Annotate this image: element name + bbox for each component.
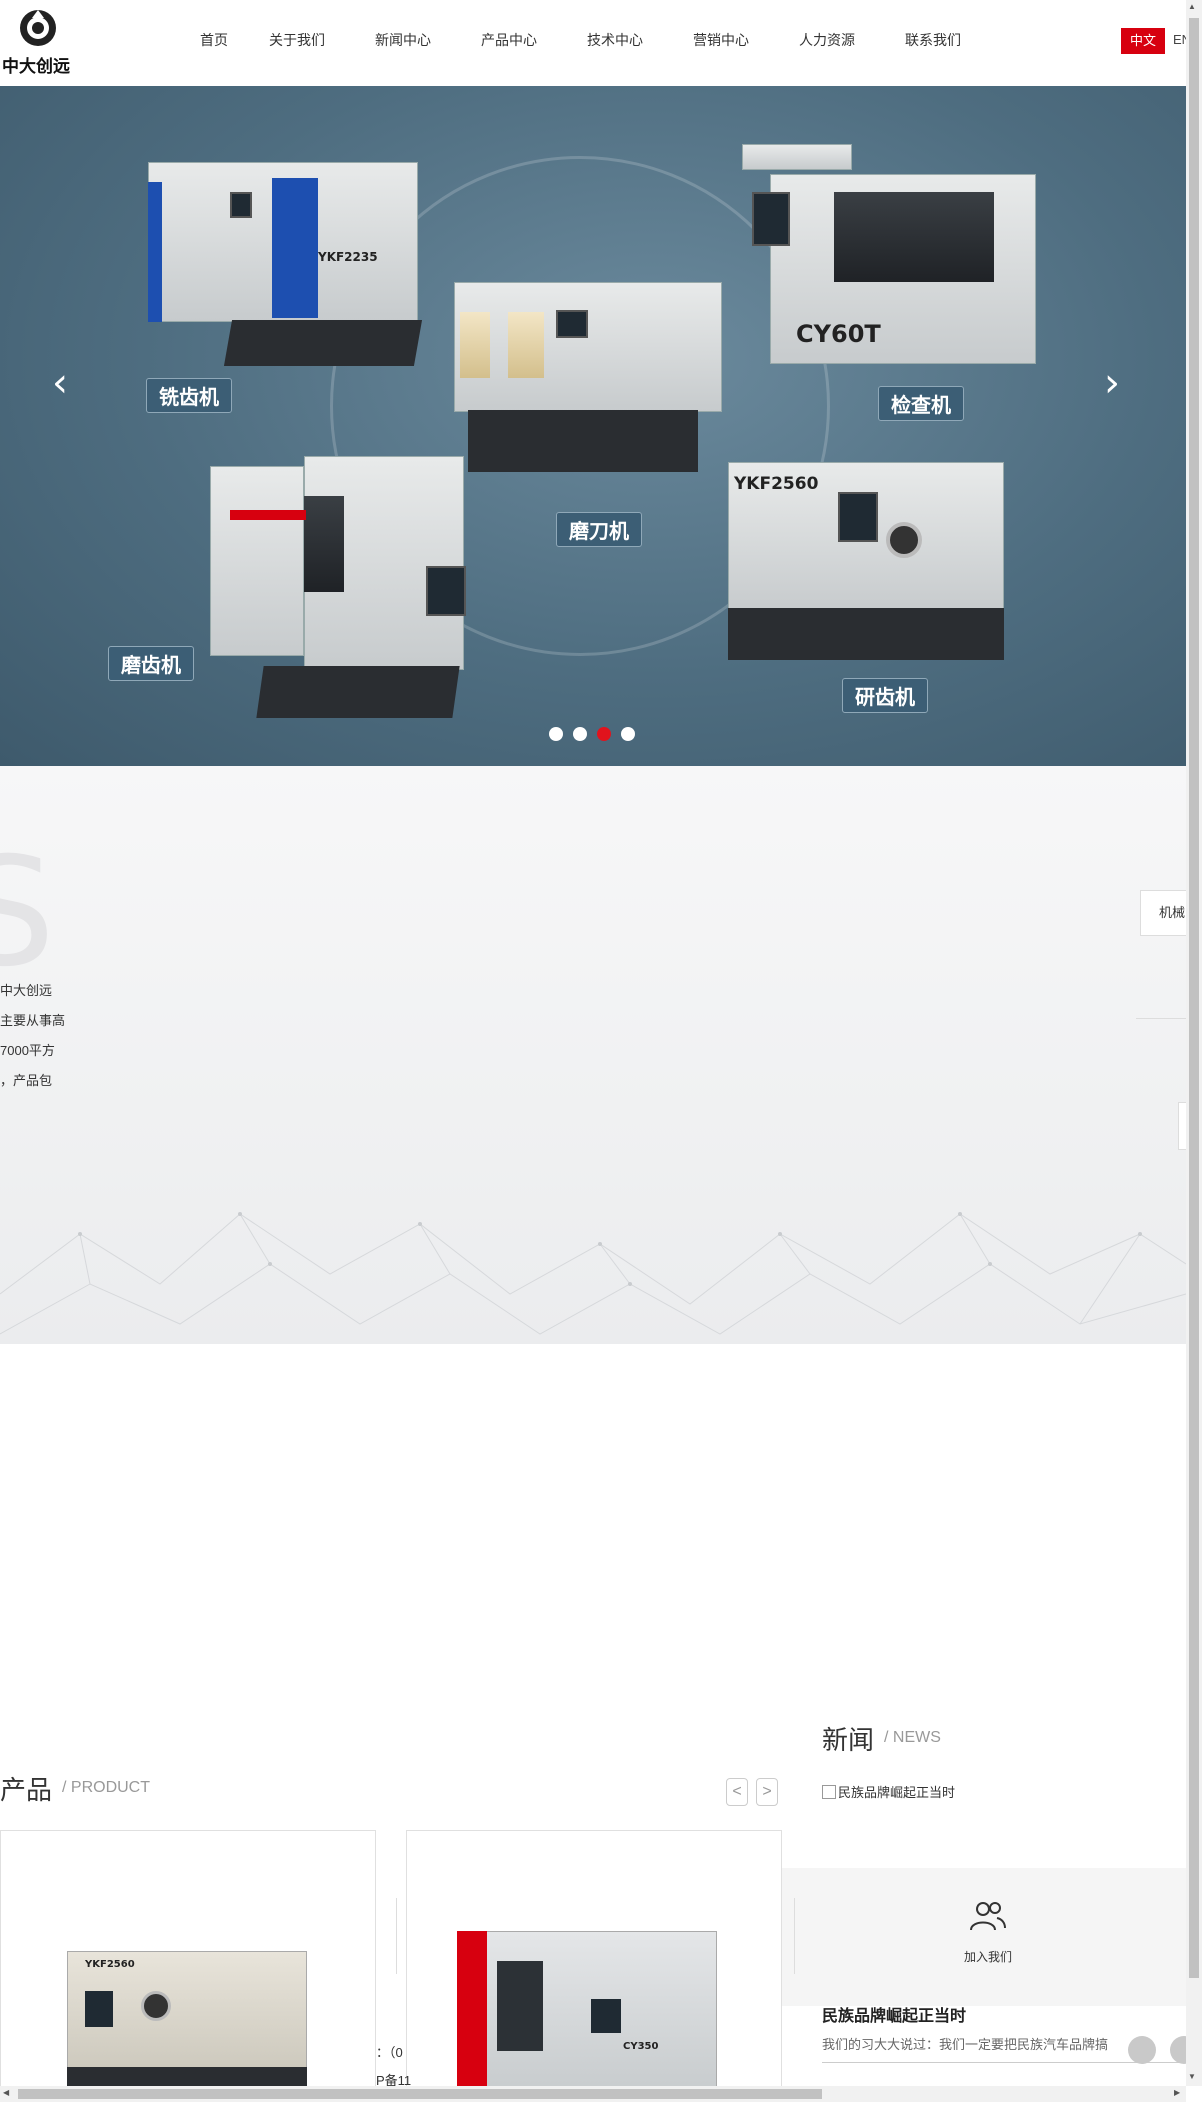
lang-chinese-button[interactable]: 中文: [1121, 28, 1165, 54]
news-subtitle: / NEWS: [884, 1729, 941, 1746]
nav-item-hr[interactable]: 人力资源: [774, 30, 880, 50]
page: 中大创远 首页 关于我们 新闻中心 产品中心 技术中心 营销中心 人力资源 联系…: [0, 0, 1202, 2102]
about-line: 中大创远: [0, 983, 53, 998]
scroll-right-icon[interactable]: ▶: [1174, 2088, 1180, 2097]
about-tab[interactable]: 机械: [1140, 890, 1186, 936]
banner-label-tool-grinding: 磨刀机: [556, 512, 642, 547]
logo-mark-icon: [20, 10, 56, 46]
nav-item-news[interactable]: 新闻中心: [350, 30, 456, 50]
machine-image-3: CY60T: [730, 144, 1040, 374]
vertical-scrollbar-thumb[interactable]: [1189, 18, 1199, 1978]
divider: [794, 1898, 795, 1974]
news-item-title: 民族品牌崛起正当时: [838, 1785, 956, 1800]
machine-image-1: YKF2235: [148, 150, 424, 380]
product-card-1[interactable]: YKF2560: [0, 1830, 376, 2090]
product-code: CY350: [623, 2041, 659, 2052]
machine-image-5: YKF2560: [728, 462, 1006, 668]
banner-next-arrow-icon[interactable]: ›: [1104, 360, 1120, 406]
news-divider: [822, 2062, 1186, 2063]
products-subtitle: / PRODUCT: [62, 1779, 150, 1796]
banner-pagination: [549, 727, 645, 741]
banner-label-lapping: 研齿机: [842, 678, 928, 713]
products-prev-button[interactable]: <: [726, 1778, 748, 1806]
products-carousel-controls: < >: [726, 1778, 786, 1806]
about-line: 7000平方: [0, 1043, 55, 1058]
join-us-link[interactable]: 加入我们: [964, 1948, 1012, 1965]
news-excerpt: 我们的习大大说过：我们一定要把民族汽车品牌搞: [822, 2037, 1109, 2052]
nav-item-contact[interactable]: 联系我们: [880, 30, 986, 50]
news-item-image-icon: [822, 1784, 836, 1799]
about-divider: [1136, 1018, 1186, 1019]
divider: [396, 1898, 397, 1974]
scroll-up-icon[interactable]: ▲: [1188, 2, 1196, 11]
machine-image-2: [448, 272, 726, 482]
banner-dot-4[interactable]: [621, 727, 635, 741]
products-next-button[interactable]: >: [756, 1778, 778, 1806]
products-title: 产品: [0, 1775, 53, 1805]
main-nav: 首页 关于我们 新闻中心 产品中心 技术中心 营销中心 人力资源 联系我们: [184, 30, 986, 50]
hero-banner: YKF2235 CY60T YKF2560 铣齿机 磨刀机 检查机 磨齿机 研齿…: [0, 86, 1186, 766]
banner-label-gear-grinding: 磨齿机: [108, 646, 194, 681]
news-list-item[interactable]: 民族品牌崛起正当时: [822, 1782, 955, 1801]
network-mesh-decoration: [0, 1212, 1186, 1335]
banner-label-milling: 铣齿机: [146, 378, 232, 413]
banner-dot-3-active[interactable]: [597, 727, 611, 741]
nav-item-marketing[interactable]: 营销中心: [668, 30, 774, 50]
wechat-icon[interactable]: [1128, 2036, 1156, 2064]
scroll-left-icon[interactable]: ◀: [3, 2088, 9, 2097]
quick-links-band: [782, 1868, 1186, 2006]
about-watermark-letter: S: [0, 826, 56, 1000]
scroll-down-icon[interactable]: ▼: [1188, 2072, 1196, 2081]
product-card-2[interactable]: CY350: [406, 1830, 782, 2090]
about-line: ，产品包: [0, 1073, 53, 1088]
footer-phone-fragment: ：（0: [376, 2045, 403, 2060]
banner-label-inspection: 检查机: [878, 386, 964, 421]
banner-dot-1[interactable]: [549, 727, 563, 741]
header: 中大创远 首页 关于我们 新闻中心 产品中心 技术中心 营销中心 人力资源 联系…: [0, 0, 1186, 86]
users-icon[interactable]: [968, 1900, 1008, 1934]
product-code: YKF2560: [85, 1959, 135, 1970]
nav-item-home[interactable]: 首页: [184, 30, 244, 50]
logo[interactable]: 中大创远: [2, 8, 78, 77]
about-text: 中大创远 主要从事高 7000平方 ，产品包: [0, 976, 65, 1096]
nav-item-tech[interactable]: 技术中心: [562, 30, 668, 50]
model-code: CY60T: [796, 320, 881, 348]
news-title: 新闻: [822, 1725, 875, 1755]
about-side-box: [1178, 1102, 1186, 1150]
news-headline[interactable]: 民族品牌崛起正当时: [822, 2002, 966, 2026]
horizontal-scrollbar-thumb[interactable]: [18, 2089, 822, 2099]
nav-item-about[interactable]: 关于我们: [244, 30, 350, 50]
machine-image-4: [204, 456, 494, 726]
about-section: S 中大创远 主要从事高 7000平方 ，产品包 机械: [0, 766, 1186, 1344]
logo-text: 中大创远: [2, 57, 70, 77]
banner-prev-arrow-icon[interactable]: ‹: [52, 360, 68, 406]
about-line: 主要从事高: [0, 1013, 66, 1028]
model-code: YKF2235: [318, 250, 378, 264]
nav-item-products[interactable]: 产品中心: [456, 30, 562, 50]
model-code: YKF2560: [734, 474, 819, 494]
banner-dot-2[interactable]: [573, 727, 587, 741]
lang-english-button[interactable]: EN: [1173, 32, 1186, 47]
